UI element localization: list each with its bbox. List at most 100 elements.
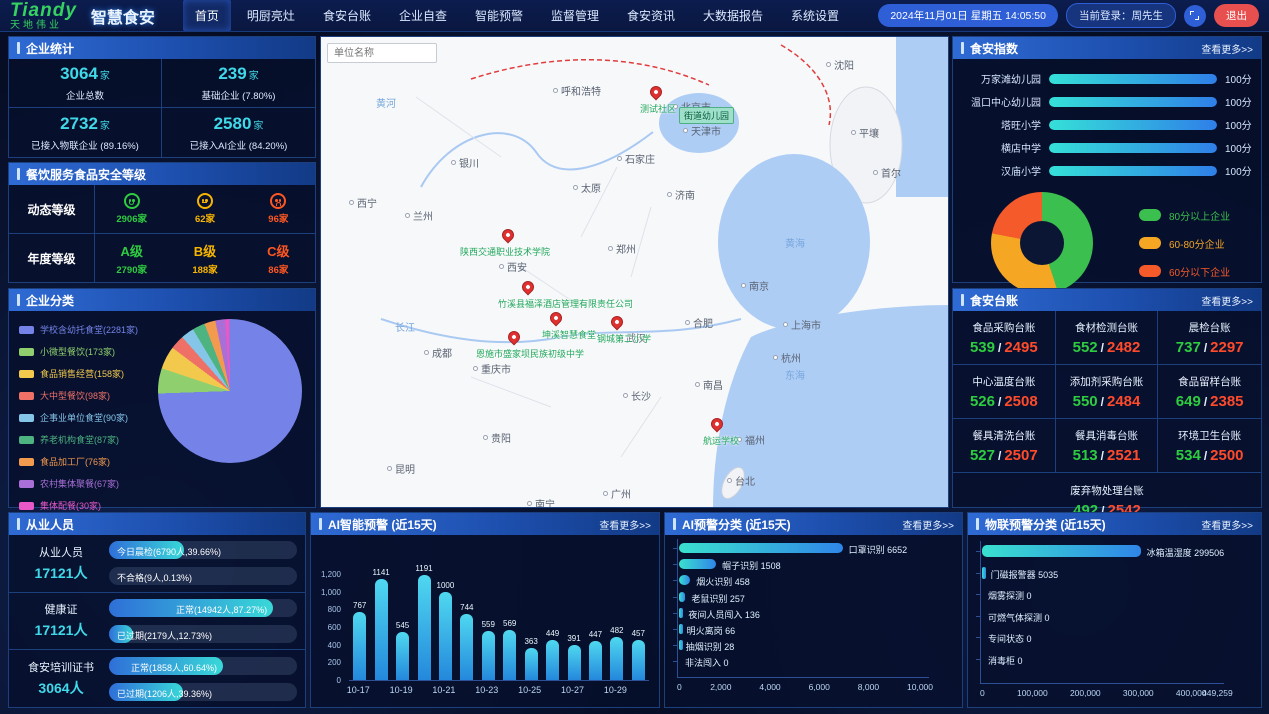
grade-label: B级 <box>194 241 216 260</box>
ledger-numbers: 534/2500 <box>1176 447 1244 464</box>
category-legend-item-3[interactable]: 大中型餐饮(98家) <box>19 389 138 402</box>
category-legend-item-5[interactable]: 养老机构食堂(87家) <box>19 433 138 446</box>
ledger-numbers: 526/2508 <box>970 393 1038 410</box>
category-legend-item-0[interactable]: 学校含幼托食堂(2281家) <box>19 323 138 336</box>
y-axis-tick: 800 <box>313 605 341 614</box>
personnel-bar-label: 今日晨检(6790人,39.66%) <box>117 545 221 558</box>
index-name: 万家滩幼儿园 <box>961 71 1049 86</box>
nav-item-0[interactable]: 首页 <box>183 0 231 31</box>
nav-item-2[interactable]: 食安台账 <box>311 0 383 31</box>
ledger-red-count: 2385 <box>1210 393 1243 410</box>
index-score: 100分 <box>1217 117 1253 132</box>
ledger-green-count: 550 <box>1073 393 1098 410</box>
score-donut-legend: 80分以上企业 60-80分企业 60分以下企业 <box>1139 208 1230 279</box>
brand-logo: Tiandy 天地伟业 <box>10 1 77 31</box>
x-axis-tick: 10-19 <box>390 685 413 695</box>
logout-button[interactable]: 退出 <box>1214 4 1259 27</box>
nav-item-4[interactable]: 智能预警 <box>463 0 535 31</box>
nav-item-1[interactable]: 明厨亮灶 <box>235 0 307 31</box>
bar-夜间人员闯入 <box>679 608 683 618</box>
city-dot-icon <box>623 393 628 398</box>
map-city-9: 济南 <box>667 187 695 202</box>
nav-item-3[interactable]: 企业自查 <box>387 0 459 31</box>
level-row-label: 年度等级 <box>9 234 95 283</box>
ledger-cell-3: 中心温度台账526/2508 <box>953 365 1056 419</box>
personnel-bar-track: 正常(14942人,87.27%) <box>109 599 297 617</box>
donut-legend-item-0[interactable]: 80分以上企业 <box>1139 208 1230 223</box>
city-name: 天津市 <box>691 123 721 138</box>
personnel-row-total: 3064人 <box>13 678 109 698</box>
nav-item-7[interactable]: 大数据报告 <box>691 0 775 31</box>
level-item-1-0: A级2790家 <box>95 234 168 283</box>
ledger-numbers: 737/2297 <box>1176 339 1244 356</box>
personnel-row-bars: 正常(14942人,87.27%)已过期(2179人,12.73%) <box>109 599 301 643</box>
map-water-label-1: 黄海 <box>785 235 805 250</box>
view-more-link[interactable]: 查看更多>> <box>1201 41 1253 56</box>
nav-item-6[interactable]: 食安资讯 <box>615 0 687 31</box>
category-legend-item-1[interactable]: 小微型餐饮(173家) <box>19 345 138 358</box>
bar-门磁报警器 <box>982 567 986 579</box>
ledger-red-count: 2482 <box>1107 339 1140 356</box>
nav-item-5[interactable]: 监督管理 <box>539 0 611 31</box>
ledger-name: 食品留样台账 <box>1178 374 1241 389</box>
index-score: 100分 <box>1217 140 1253 155</box>
personnel-bar-label: 正常(1858人,60.64%) <box>131 661 217 674</box>
ledger-green-count: 526 <box>970 393 995 410</box>
city-name: 沈阳 <box>834 57 854 72</box>
x-axis-tick: 0 <box>980 688 985 698</box>
map-city-6: 银川 <box>451 155 479 170</box>
category-legend-item-6[interactable]: 食品加工厂(76家) <box>19 455 138 468</box>
category-legend-item-2[interactable]: 食品销售经营(158家) <box>19 367 138 380</box>
view-more-link[interactable]: 查看更多>> <box>599 517 651 532</box>
panel-safety-level-header: 餐饮服务食品安全等级 <box>9 163 315 185</box>
panel-title: 食安台账 <box>970 292 1018 309</box>
view-more-link[interactable]: 查看更多>> <box>1201 517 1253 532</box>
view-more-link[interactable]: 查看更多>> <box>1201 293 1253 308</box>
panel-safety-index: 食安指数 查看更多>> 万家滩幼儿园100分温口中心幼儿园100分塔旺小学100… <box>952 36 1262 283</box>
ai-warning-category-chart: 口罩识别 6652帽子识别 1508烟火识别 458老鼠识别 257夜间人员闯入… <box>665 535 962 707</box>
nav-item-8[interactable]: 系统设置 <box>779 0 851 31</box>
x-axis-tick: 0 <box>677 682 682 692</box>
bar-老鼠识别 <box>679 592 685 602</box>
fullscreen-button[interactable] <box>1184 5 1206 27</box>
category-legend-item-7[interactable]: 农村集体聚餐(67家) <box>19 477 138 490</box>
map-city-26: 昆明 <box>387 461 415 476</box>
china-map[interactable]: 沈阳呼和浩特北京市天津市平壤首尔银川石家庄太原济南西宁兰州郑州西安南京合肥上海市… <box>320 36 949 508</box>
row-tick <box>673 645 677 646</box>
score-donut-section: 80分以上企业 60-80分企业 60分以下企业 <box>953 192 1261 294</box>
city-name: 银川 <box>459 155 479 170</box>
level-item-0-0: 2906家 <box>95 185 168 233</box>
map-pin-label-2: 竹溪县福泽酒店管理有限责任公司 <box>498 297 633 310</box>
bar-value-label: 744 <box>450 603 484 612</box>
row-tick <box>976 659 980 660</box>
category-legend-item-8[interactable]: 集体配餐(30家) <box>19 499 138 512</box>
ledger-numbers: 539/2495 <box>970 339 1038 356</box>
city-dot-icon <box>667 192 672 197</box>
donut-legend-item-2[interactable]: 60分以下企业 <box>1139 264 1230 279</box>
city-dot-icon <box>783 322 788 327</box>
index-bar-track <box>1049 166 1217 176</box>
personnel-row-bars: 正常(1858人,60.64%)已过期(1206人,39.36%) <box>109 657 301 701</box>
index-bar-track <box>1049 74 1217 84</box>
donut-legend-item-1[interactable]: 60-80分企业 <box>1139 236 1230 251</box>
ledger-grid: 食品采购台账539/2495食材检测台账552/2482晨检台账737/2297… <box>953 311 1261 473</box>
ledger-numbers: 513/2521 <box>1073 447 1141 464</box>
panel-title: 企业统计 <box>26 40 74 57</box>
category-legend: 学校含幼托食堂(2281家) 小微型餐饮(173家) 食品销售经营(158家) 大中型… <box>19 323 138 543</box>
category-legend-item-4[interactable]: 企事业单位食堂(90家) <box>19 411 138 424</box>
stat-cell-1: 239家基础企业 (7.80%) <box>162 59 315 108</box>
city-name: 福州 <box>745 432 765 447</box>
map-city-12: 郑州 <box>608 241 636 256</box>
map-search-input[interactable] <box>327 43 437 63</box>
bar-label: 帽子识别 1508 <box>722 559 781 572</box>
view-more-link[interactable]: 查看更多>> <box>902 517 954 532</box>
index-bar-track <box>1049 143 1217 153</box>
personnel-row-2: 食安培训证书3064人正常(1858人,60.64%)已过期(1206人,39.… <box>9 650 305 708</box>
city-dot-icon <box>741 283 746 288</box>
city-name: 首尔 <box>881 165 901 180</box>
x-axis-tick: 200,000 <box>1070 688 1101 698</box>
face-mouth <box>129 201 134 205</box>
bar-10-23 <box>482 631 495 680</box>
city-name: 重庆市 <box>481 361 511 376</box>
index-name: 汉庙小学 <box>961 163 1049 178</box>
